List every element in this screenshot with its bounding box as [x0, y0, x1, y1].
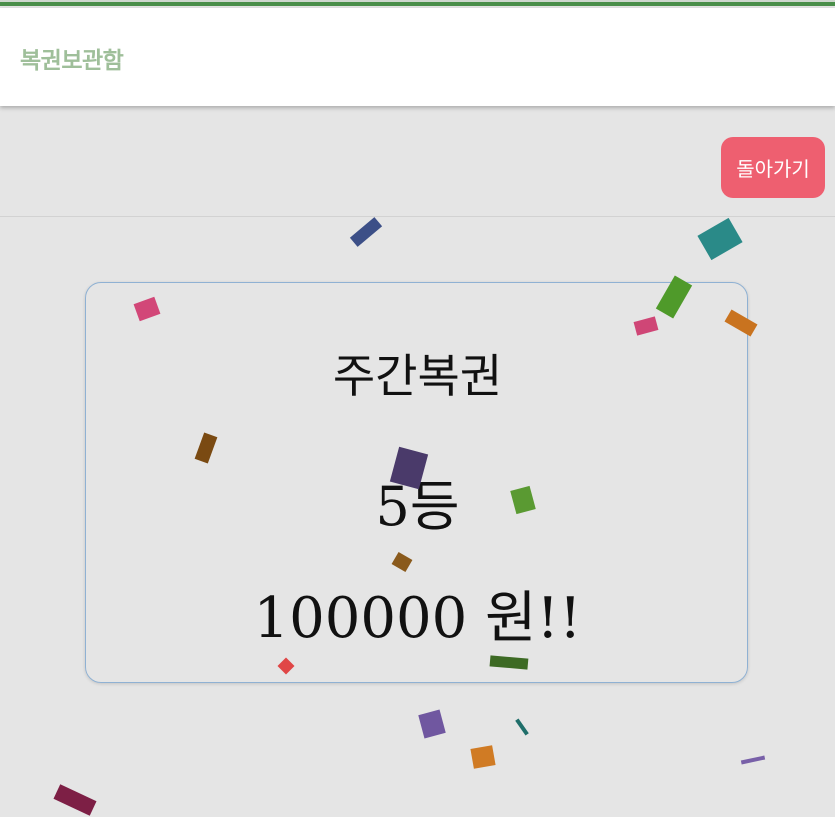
ticket-lottery-type: 주간복권 — [332, 349, 503, 403]
ticket-prize: 100000 원!! — [253, 586, 582, 651]
app-header: 복권보관함 — [0, 8, 835, 106]
ticket-rank: 5등 — [375, 475, 460, 538]
back-button[interactable]: 돌아가기 — [721, 137, 825, 198]
page-title: 복권보관함 — [20, 48, 124, 74]
top-accent-bar — [0, 0, 835, 6]
